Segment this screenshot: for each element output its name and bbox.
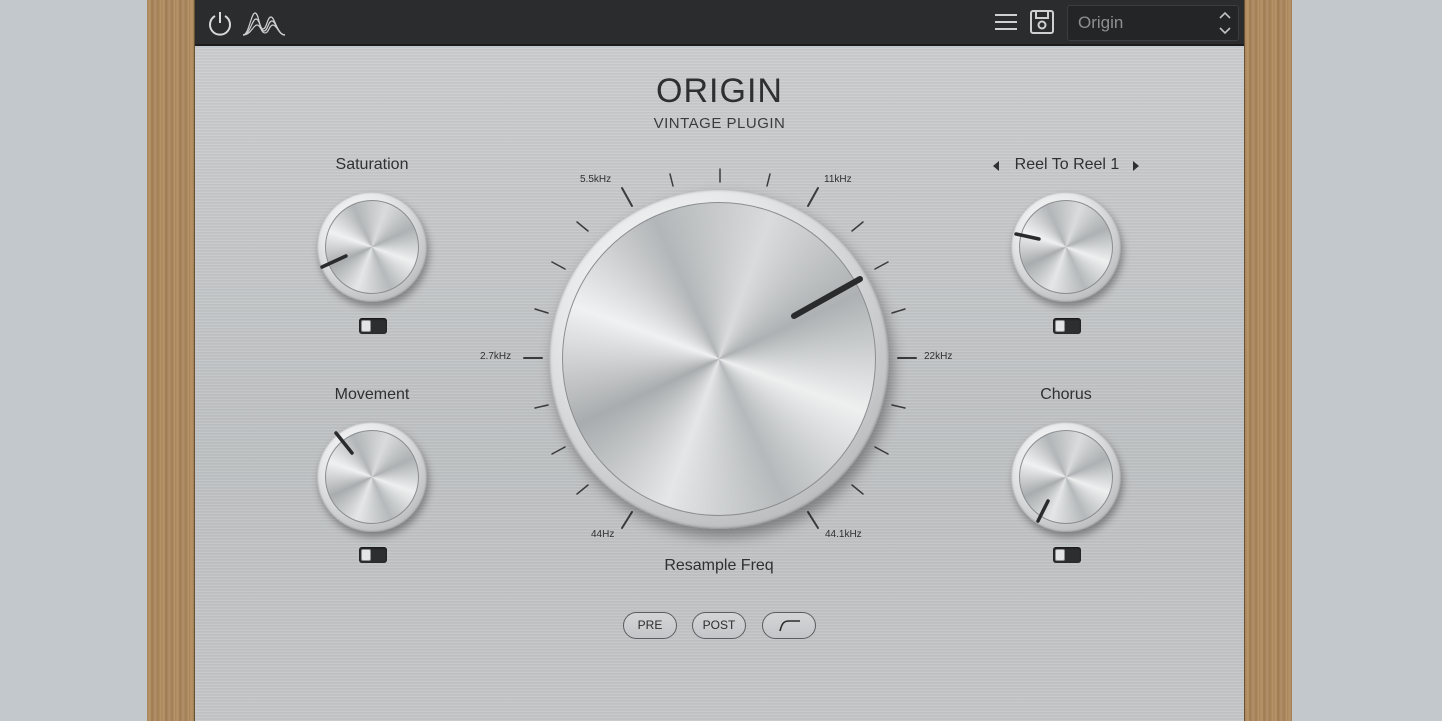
resample-freq-indicator (791, 276, 863, 319)
chorus-knob[interactable] (1011, 422, 1121, 532)
reel-indicator (1014, 232, 1041, 241)
dial-label-22khz: 22kHz (924, 351, 953, 362)
dial-label-5-5khz: 5.5kHz (580, 174, 612, 185)
wood-side-left (147, 0, 195, 721)
plugin-window: Origin ORIGIN VINTAGE PLUGIN Saturation … (195, 0, 1244, 721)
saturation-label: Saturation (335, 156, 409, 173)
reel-type-label: Reel To Reel 1 (1014, 156, 1120, 173)
pre-button[interactable]: PRE (623, 612, 677, 639)
chorus-indicator (1036, 499, 1050, 523)
reel-next-icon[interactable] (1131, 160, 1141, 172)
saturation-indicator (320, 254, 348, 269)
dial-label-2-7khz: 2.7kHz (480, 351, 512, 362)
chevron-updown-icon[interactable] (1218, 9, 1232, 37)
movement-indicator (334, 431, 354, 455)
saturation-knob[interactable] (317, 192, 427, 302)
power-icon[interactable] (207, 10, 233, 36)
preset-name: Origin (1078, 13, 1124, 32)
post-button[interactable]: POST (692, 612, 746, 639)
waveform-logo-icon (242, 12, 286, 36)
plugin-subtitle: VINTAGE PLUGIN (653, 115, 786, 132)
dial-label-44-1khz: 44.1kHz (825, 529, 862, 540)
reel-knob[interactable] (1011, 192, 1121, 302)
movement-toggle[interactable] (359, 547, 387, 563)
save-icon[interactable] (1029, 9, 1055, 35)
preset-selector[interactable]: Origin (1067, 5, 1239, 41)
menu-icon[interactable] (993, 10, 1019, 34)
saturation-toggle[interactable] (359, 318, 387, 334)
reel-prev-icon[interactable] (991, 160, 1001, 172)
top-bar: Origin (195, 0, 1244, 46)
dial-label-44hz: 44Hz (591, 529, 615, 540)
resample-freq-knob[interactable] (549, 189, 889, 529)
lowpass-filter-icon (779, 620, 800, 632)
filter-shape-button[interactable] (762, 612, 816, 639)
resample-freq-label: Resample Freq (664, 557, 774, 574)
chorus-label: Chorus (1040, 386, 1092, 403)
movement-label: Movement (334, 386, 410, 403)
wood-side-right (1244, 0, 1292, 721)
dial-label-11khz: 11kHz (824, 174, 852, 185)
plugin-title: ORIGIN (656, 72, 783, 110)
reel-toggle[interactable] (1053, 318, 1081, 334)
movement-knob[interactable] (317, 422, 427, 532)
chorus-toggle[interactable] (1053, 547, 1081, 563)
